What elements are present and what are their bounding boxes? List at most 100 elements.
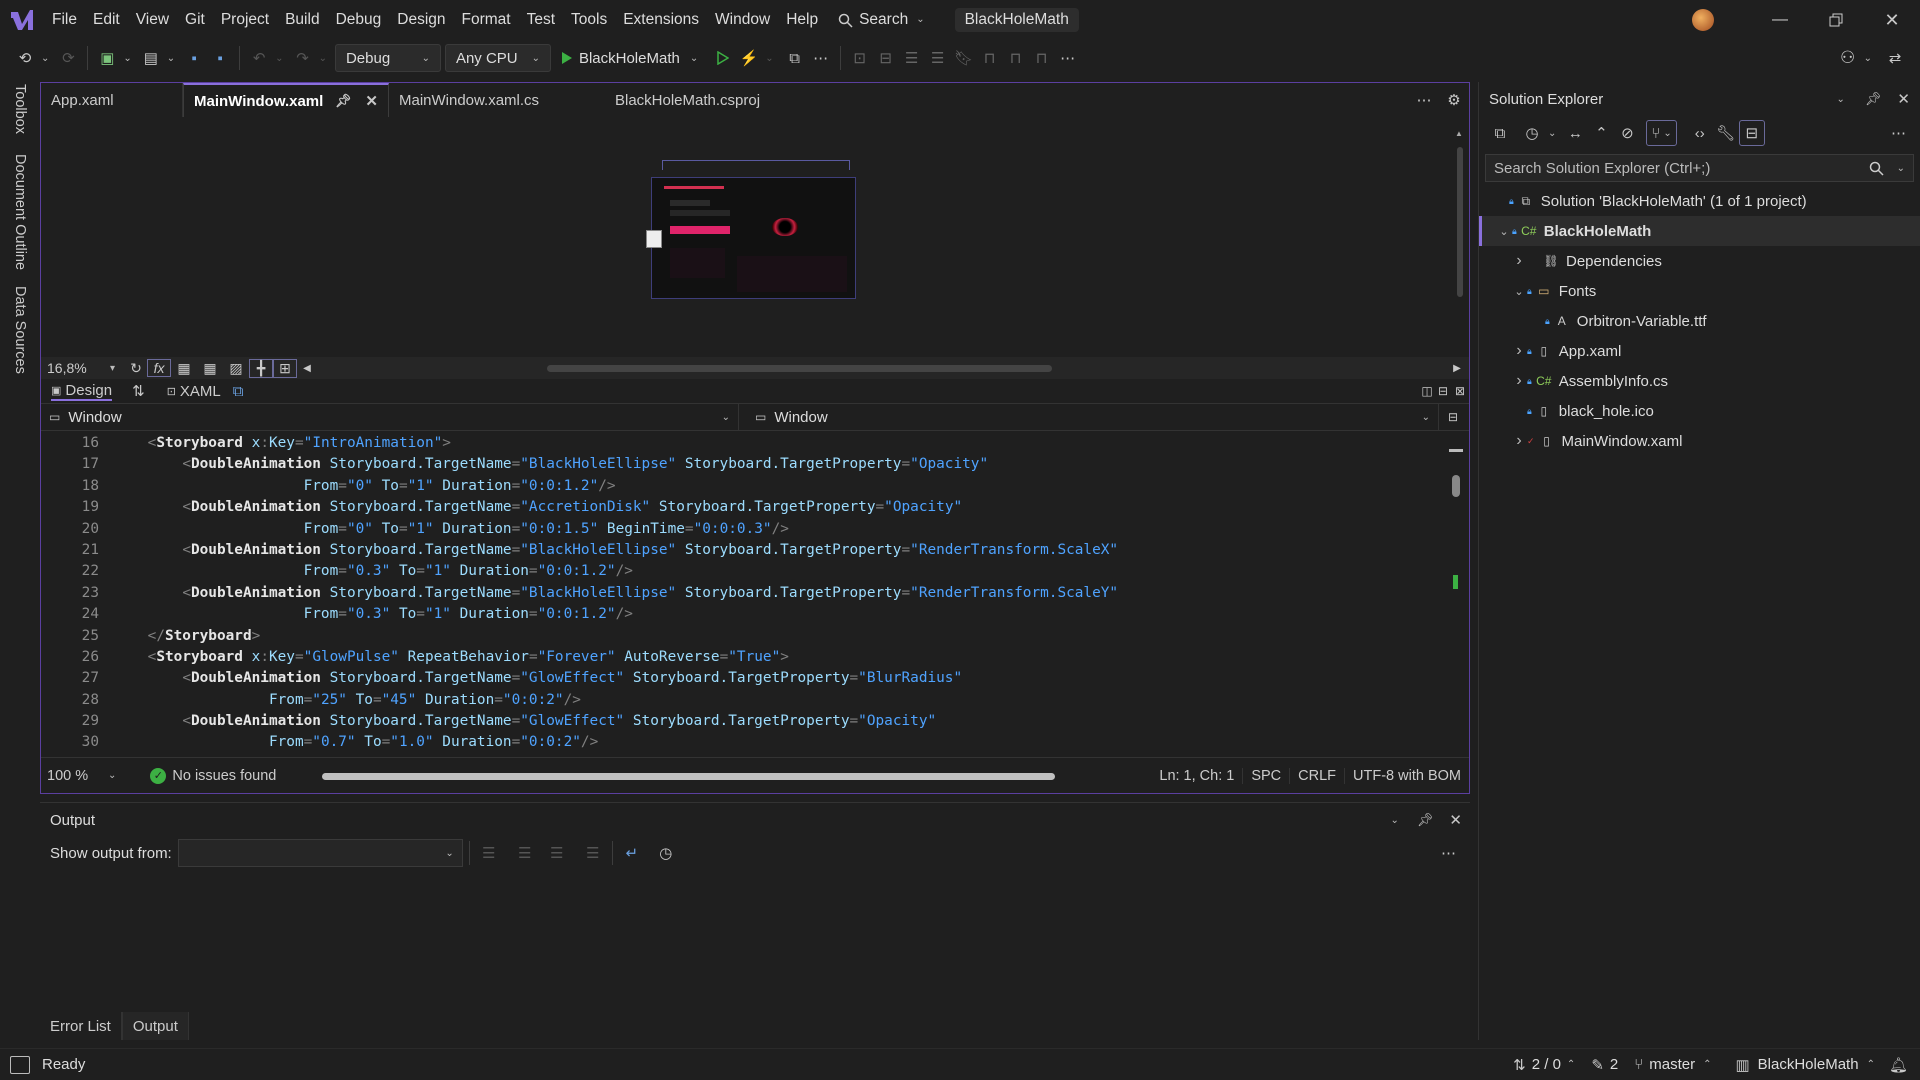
designer-vertical-scrollbar[interactable]: ▲ — [1455, 123, 1465, 313]
chevron-down-icon[interactable]: ⌄ — [319, 53, 327, 64]
code-line[interactable]: 25 </Storyboard> — [41, 626, 1449, 647]
chevron-down-icon[interactable]: ⌄ — [41, 53, 49, 64]
device-icon[interactable]: ⊞ — [273, 358, 298, 378]
line-ending[interactable]: CRLF — [1290, 767, 1346, 784]
restore-icon[interactable] — [1808, 0, 1864, 40]
menu-file[interactable]: File — [44, 0, 85, 40]
chevron-down-icon[interactable]: ⌄ — [1511, 285, 1527, 298]
issues-status[interactable]: No issues found — [172, 768, 276, 784]
history-icon[interactable]: ◷ — [1519, 120, 1545, 146]
code-zoom-value[interactable]: 100 % — [47, 768, 105, 784]
collapse-all-icon[interactable]: ⌃ — [1588, 120, 1614, 146]
chevron-right-icon[interactable]: › — [1511, 432, 1527, 450]
tree-item[interactable]: ⌄ 🔒︎ C# BlackHoleMath — [1479, 216, 1920, 246]
copilot-icon[interactable]: ⚇ — [1835, 45, 1861, 71]
menu-window[interactable]: Window — [707, 0, 778, 40]
more-options-icon[interactable]: ⋯ — [808, 45, 834, 71]
git-branch[interactable]: master — [1649, 1056, 1695, 1073]
xaml-view-tab[interactable]: ⊡ XAML — [167, 383, 221, 400]
repository-name[interactable]: BlackHoleMath — [1758, 1056, 1859, 1073]
chevron-down-icon[interactable]: ⌄ — [167, 53, 175, 64]
code-line[interactable]: 23 <DoubleAnimation Storyboard.TargetNam… — [41, 583, 1449, 604]
previous-message-icon[interactable]: ☰ — [512, 840, 538, 866]
code-line[interactable]: 18 From="0" To="1" Duration="0:0:1.2"/> — [41, 476, 1449, 497]
menu-project[interactable]: Project — [213, 0, 277, 40]
menu-edit[interactable]: Edit — [85, 0, 128, 40]
grid-icon[interactable]: ▦ — [171, 360, 197, 377]
code-line[interactable]: 21 <DoubleAnimation Storyboard.TargetNam… — [41, 540, 1449, 561]
chevron-down-icon[interactable]: ⌄ — [1391, 815, 1399, 826]
uncomment-icon[interactable]: ⊟ — [873, 45, 899, 71]
split-editor-icon[interactable]: ⊟ — [1439, 410, 1467, 424]
tab-overflow-icon[interactable]: ⋯ — [1409, 83, 1439, 117]
tab-mainwindow-xaml[interactable]: MainWindow.xaml 📌︎ ✕ — [183, 83, 389, 117]
back-icon[interactable]: ⟲ — [12, 45, 38, 71]
chevron-down-icon[interactable]: ⌄ — [1496, 225, 1512, 238]
tree-item[interactable]: ⌄ 🔒︎ ▭ Fonts — [1479, 276, 1920, 306]
chevron-down-icon[interactable]: ▾ — [110, 363, 115, 374]
redo-icon[interactable]: ↷ — [290, 45, 316, 71]
tree-item[interactable]: 🔒︎ ▯ black_hole.ico — [1479, 396, 1920, 426]
data-sources-tab[interactable]: Data Sources — [12, 286, 28, 374]
chevron-right-icon[interactable]: › — [1511, 372, 1527, 390]
preview-selected-items-icon[interactable]: ⊟ — [1738, 120, 1765, 146]
search-icon[interactable] — [1869, 161, 1884, 176]
solution-explorer-search[interactable]: Search Solution Explorer (Ctrl+;) ⌄ — [1485, 154, 1914, 182]
chevron-down-icon[interactable]: ⌄ — [108, 770, 116, 781]
code-line[interactable]: 24 From="0.3" To="1" Duration="0:0:1.2"/… — [41, 604, 1449, 625]
chevron-down-icon[interactable]: ⌄ — [765, 53, 773, 64]
forward-icon[interactable]: ⟳ — [55, 45, 81, 71]
menu-build[interactable]: Build — [277, 0, 327, 40]
artboard-icon[interactable]: ▨ — [223, 360, 249, 377]
pencil-icon[interactable]: ✎ — [1591, 1056, 1604, 1074]
gear-icon[interactable]: ⚙ — [1439, 83, 1469, 117]
chevron-down-icon[interactable]: ⌄ — [690, 53, 698, 64]
chevron-right-icon[interactable]: › — [1511, 252, 1527, 270]
configuration-dropdown[interactable]: Debug ⌄ — [334, 44, 441, 72]
chevron-down-icon[interactable]: ⌄ — [1864, 53, 1872, 64]
menu-tools[interactable]: Tools — [563, 0, 615, 40]
menu-format[interactable]: Format — [454, 0, 519, 40]
close-icon[interactable]: ✕ — [1449, 811, 1462, 829]
snap-grid-icon[interactable]: ▦ — [197, 360, 223, 377]
menu-debug[interactable]: Debug — [328, 0, 390, 40]
sync-with-document-icon[interactable]: ↔ — [1562, 120, 1588, 146]
xaml-code-editor[interactable]: 16 <Storyboard x:Key="IntroAnimation"> 17… — [41, 433, 1449, 757]
code-line[interactable]: 16 <Storyboard x:Key="IntroAnimation"> — [41, 433, 1449, 454]
search-menu[interactable]: Search ⌄ — [830, 0, 933, 40]
tab-blackholemath-csproj[interactable]: BlackHoleMath.csproj — [605, 83, 770, 117]
indent-icon[interactable]: ☰ — [925, 45, 951, 71]
chevron-up-icon[interactable]: ⌃ — [1567, 1059, 1575, 1070]
more-options-icon[interactable]: ⋯ — [1891, 124, 1906, 142]
new-project-icon[interactable]: ▣ — [94, 45, 120, 71]
word-wrap-icon[interactable]: ↵ — [619, 840, 645, 866]
pin-icon[interactable]: 📌︎ — [335, 93, 352, 109]
code-line[interactable]: 17 <DoubleAnimation Storyboard.TargetNam… — [41, 454, 1449, 475]
designer-horizontal-scrollbar[interactable] — [317, 357, 1445, 379]
code-line[interactable]: 20 From="0" To="1" Duration="0:0:1.5" Be… — [41, 519, 1449, 540]
bookmark-icon[interactable]: 🔖︎ — [951, 45, 977, 71]
open-file-icon[interactable]: ▤ — [138, 45, 164, 71]
chevron-up-icon[interactable]: ⌃ — [1703, 1059, 1711, 1070]
toolbox-tab[interactable]: Toolbox — [12, 84, 28, 134]
chevron-down-icon[interactable]: ⌄ — [1837, 94, 1845, 105]
tree-item[interactable]: 🔒︎ A Orbitron-Variable.ttf — [1479, 306, 1920, 336]
tab-error-list[interactable]: Error List — [40, 1012, 122, 1040]
design-view-tab[interactable]: ▣ Design — [51, 382, 113, 401]
window-preview[interactable] — [646, 160, 856, 299]
start-without-debugging-icon[interactable] — [710, 45, 736, 71]
previous-bookmark-icon[interactable]: ⊓ — [977, 45, 1003, 71]
adorner-handle[interactable] — [646, 230, 662, 248]
swap-panes-icon[interactable]: ⇅ — [132, 382, 145, 400]
sync-arrows-icon[interactable]: ⇅ — [1513, 1056, 1526, 1074]
code-line[interactable]: 28 From="25" To="45" Duration="0:0:2"/> — [41, 690, 1449, 711]
menu-view[interactable]: View — [128, 0, 177, 40]
more-options-icon[interactable]: ⋯ — [1441, 844, 1456, 862]
effects-toggle-icon[interactable]: fx — [147, 359, 172, 377]
menu-git[interactable]: Git — [177, 0, 213, 40]
branch-icon[interactable]: ⑂ — [1634, 1056, 1643, 1073]
chevron-down-icon[interactable]: ⌄ — [1897, 163, 1905, 174]
chevron-up-icon[interactable]: ⌃ — [1867, 1059, 1875, 1070]
pending-changes-filter-button[interactable]: ⑂ ⌄ — [1646, 120, 1677, 146]
close-tab-icon[interactable]: ✕ — [365, 92, 378, 110]
